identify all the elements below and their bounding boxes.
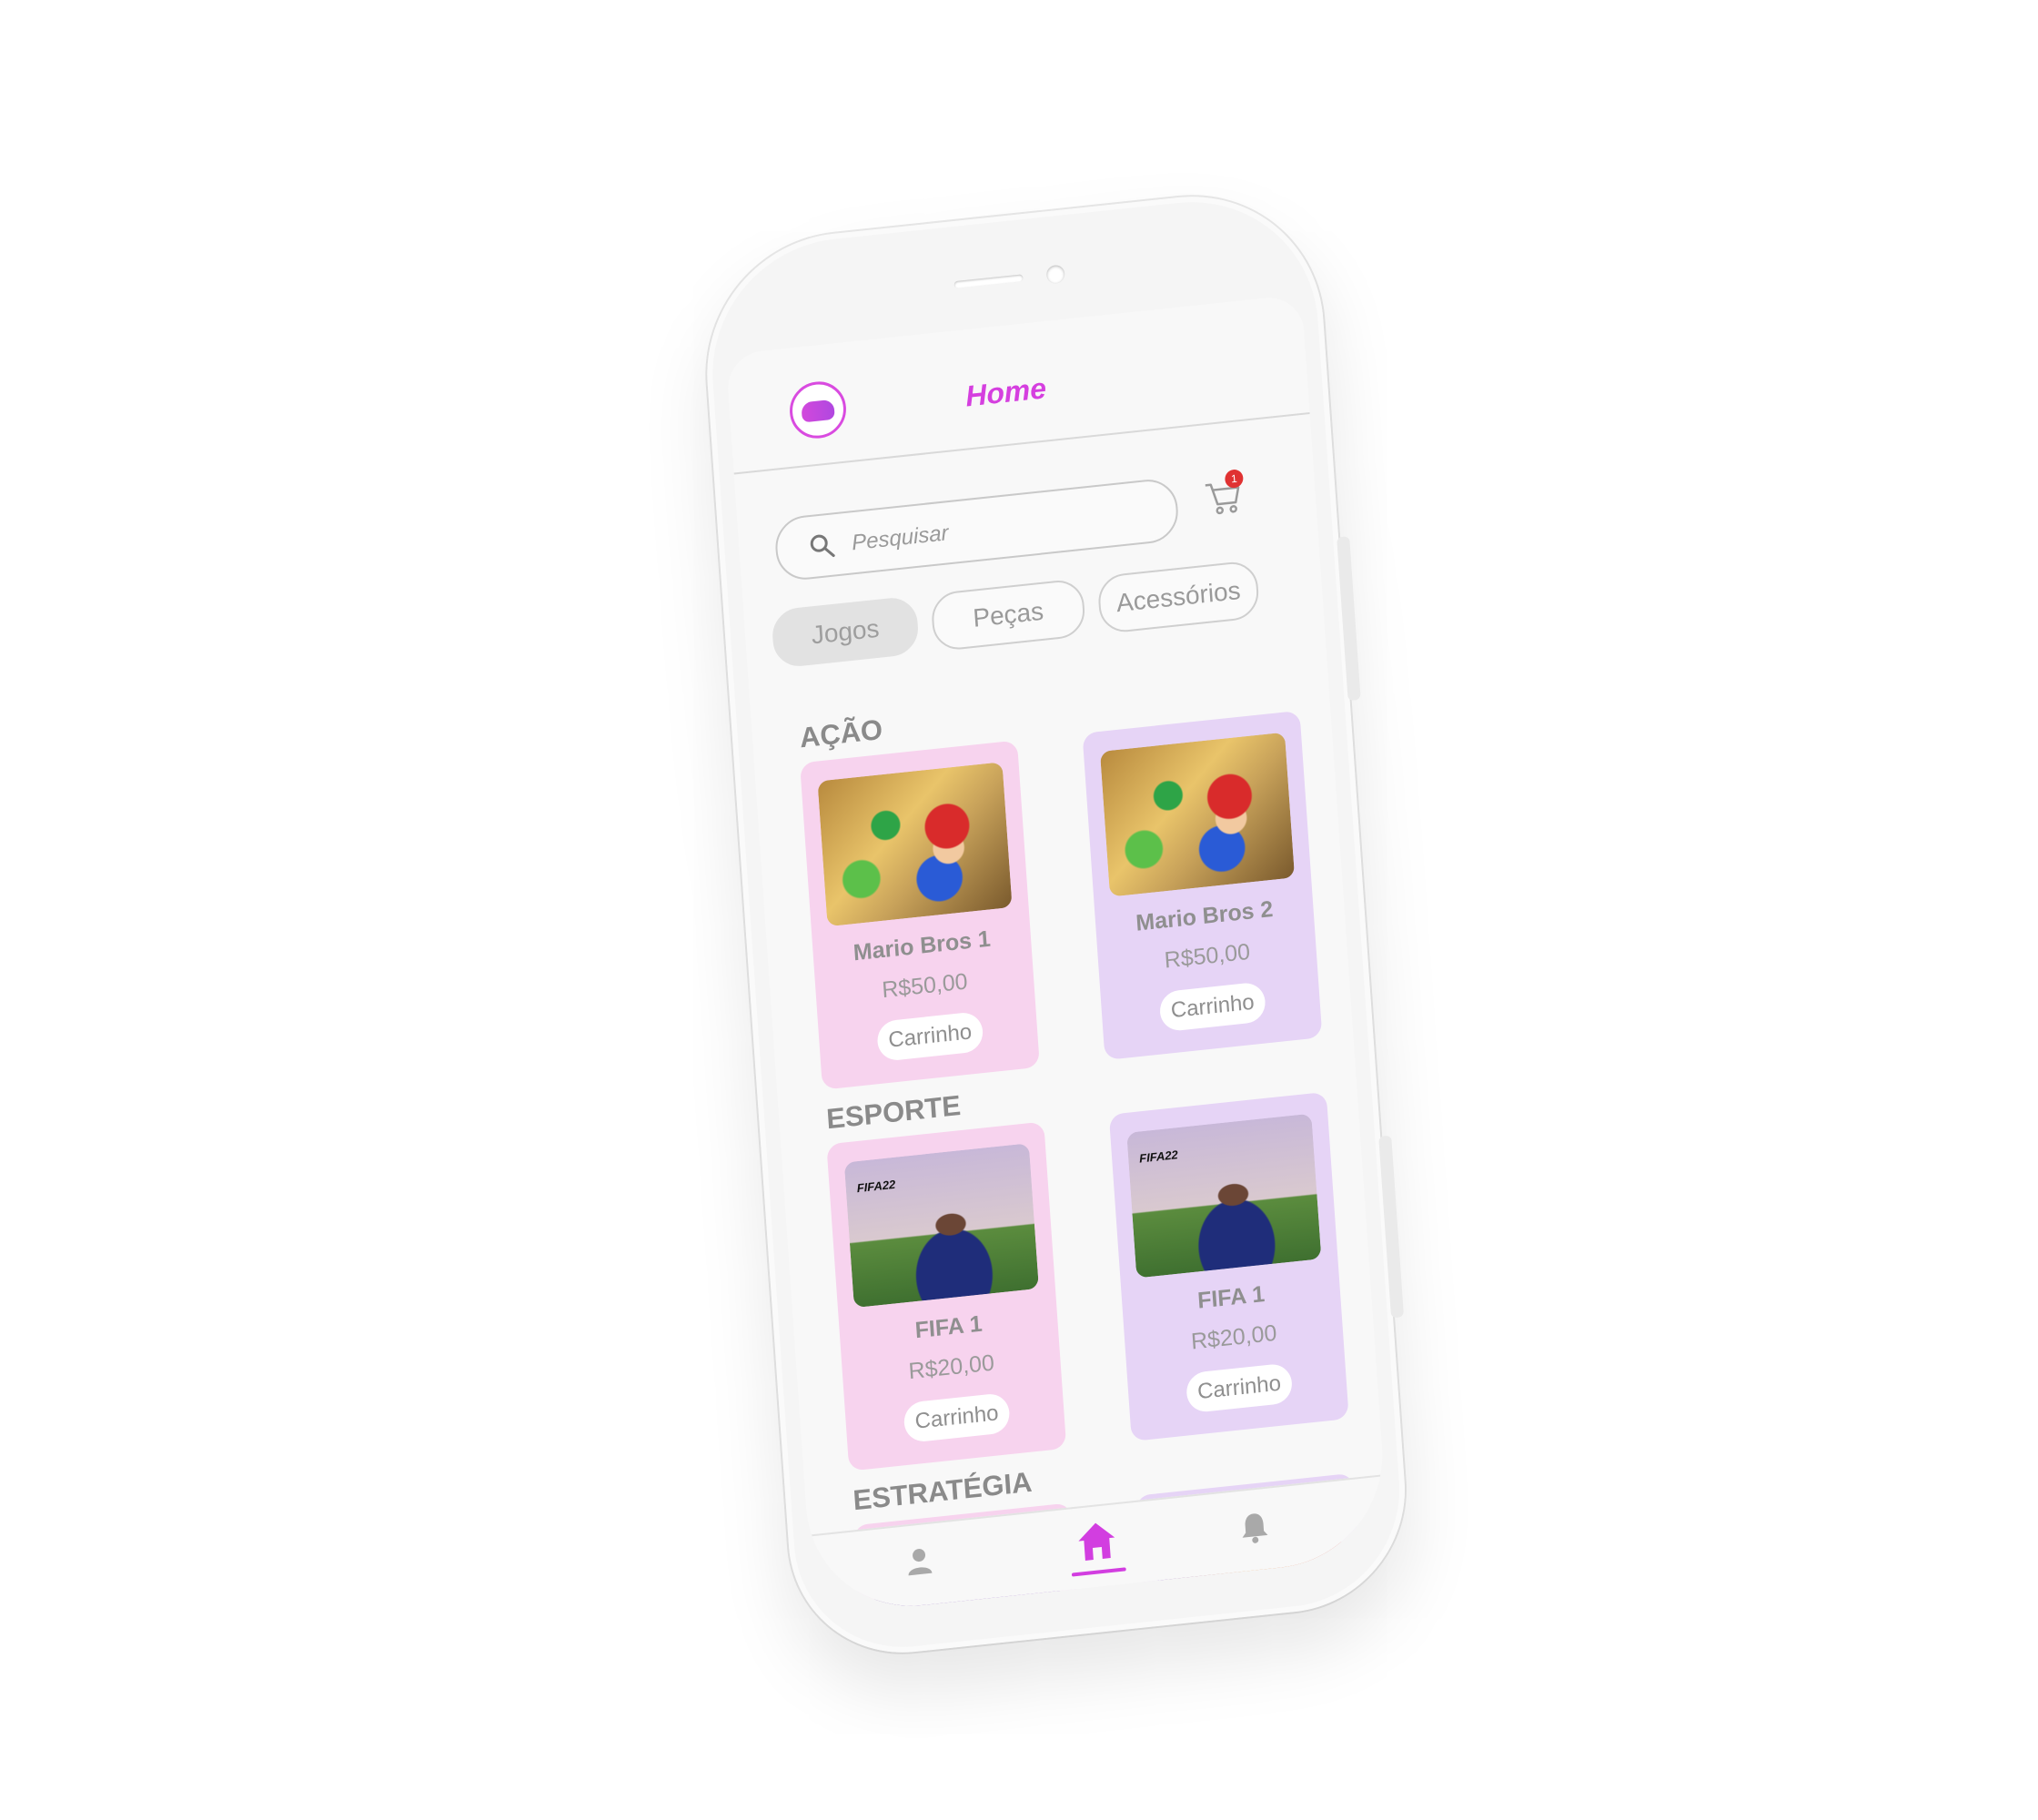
- active-tab-indicator: [1071, 1567, 1126, 1577]
- bell-icon[interactable]: [1235, 1506, 1274, 1546]
- product-name: FIFA 1: [913, 1310, 984, 1344]
- search-icon: [810, 534, 835, 558]
- section-title-acao: AÇÃO: [798, 713, 884, 754]
- product-name: Mario Bros 1: [853, 925, 992, 966]
- product-card[interactable]: FIFA22 FIFA 1 R$20,00 Carrinho: [1108, 1091, 1349, 1441]
- product-image: [817, 762, 1013, 927]
- add-to-cart-button[interactable]: Carrinho: [1158, 981, 1267, 1033]
- search-placeholder: Pesquisar: [851, 521, 950, 556]
- product-price: R$50,00: [1163, 938, 1251, 974]
- product-price: R$20,00: [1190, 1320, 1278, 1355]
- add-to-cart-button[interactable]: Carrinho: [876, 1010, 984, 1063]
- app-screen: Home Pesquisar 1 Jogos Peças Acessórios …: [725, 294, 1390, 1617]
- gamepad-logo-icon[interactable]: [787, 379, 849, 441]
- page-title: Home: [964, 371, 1048, 413]
- add-to-cart-button[interactable]: Carrinho: [1185, 1362, 1294, 1414]
- section-title-esporte: ESPORTE: [825, 1088, 963, 1136]
- user-icon[interactable]: [900, 1542, 939, 1582]
- product-card[interactable]: Mario Bros 1 R$50,00 Carrinho: [800, 740, 1040, 1090]
- product-image: FIFA22: [1126, 1113, 1322, 1279]
- search-input[interactable]: Pesquisar: [773, 476, 1180, 583]
- phone-mockup: Home Pesquisar 1 Jogos Peças Acessórios …: [698, 183, 1413, 1664]
- product-image: [1099, 732, 1296, 897]
- tab-acessorios[interactable]: Acessórios: [1096, 559, 1261, 635]
- fifa-logo: FIFA22: [856, 1177, 896, 1196]
- add-to-cart-button[interactable]: Carrinho: [903, 1391, 1011, 1443]
- home-icon[interactable]: [1072, 1515, 1122, 1567]
- product-card[interactable]: Mario Bros 2 R$50,00 Carrinho: [1082, 710, 1323, 1061]
- product-image: FIFA22: [843, 1143, 1039, 1309]
- tab-pecas[interactable]: Peças: [930, 578, 1087, 652]
- product-price: R$50,00: [881, 968, 969, 1004]
- fifa-logo: FIFA22: [1138, 1148, 1179, 1166]
- product-price: R$20,00: [907, 1350, 995, 1385]
- product-name: Mario Bros 2: [1135, 895, 1275, 936]
- product-card[interactable]: FIFA22 FIFA 1 R$20,00 Carrinho: [826, 1121, 1067, 1471]
- cart-button[interactable]: 1: [1201, 469, 1245, 518]
- tab-jogos[interactable]: Jogos: [771, 595, 920, 669]
- product-name: FIFA 1: [1196, 1280, 1266, 1314]
